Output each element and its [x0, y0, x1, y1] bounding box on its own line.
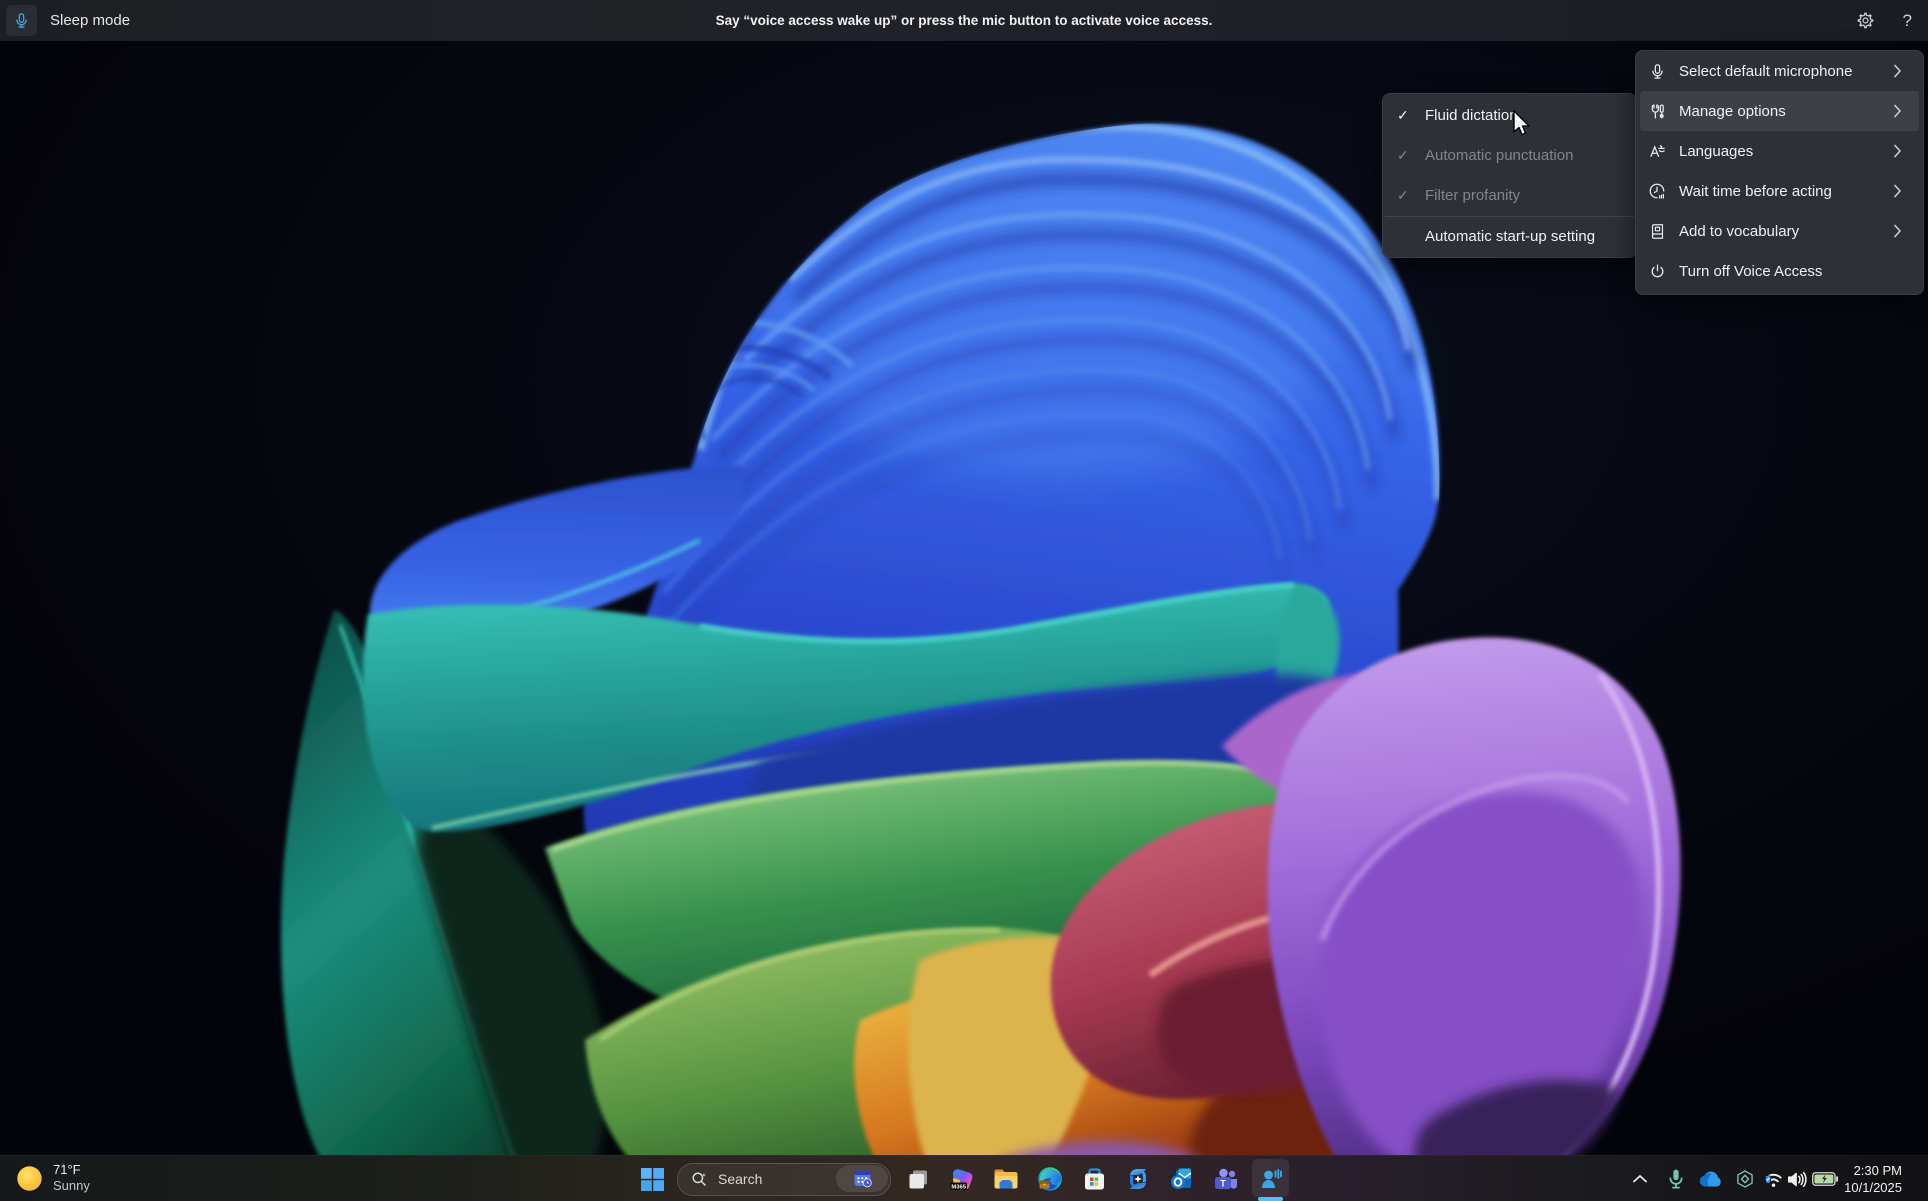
svg-text:T: T	[1220, 1179, 1226, 1189]
svg-text:M365: M365	[951, 1184, 966, 1190]
